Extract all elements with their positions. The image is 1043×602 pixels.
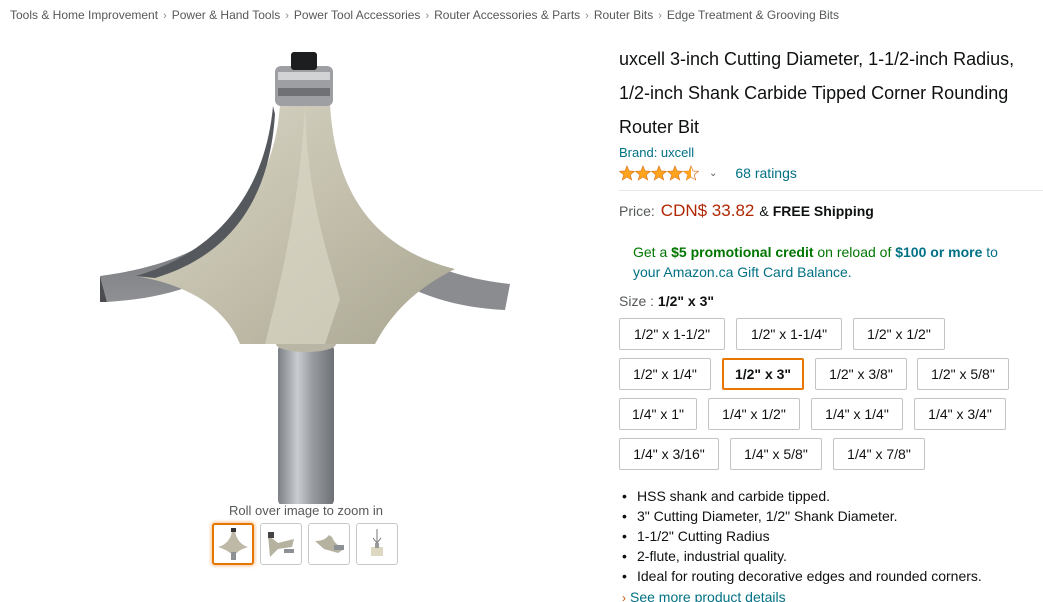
gift-card-link[interactable]: your Amazon.ca Gift Card Balance. [633,264,852,280]
divider [619,190,1043,191]
star-half-icon [683,165,699,181]
see-more-details-link[interactable]: › See more product details [622,589,786,602]
breadcrumb: Tools & Home Improvement › Power & Hand To… [10,8,839,22]
breadcrumb-item-router-bits[interactable]: Router Bits [594,8,653,22]
star-rating[interactable] [619,165,699,181]
size-option-1-4x7-8[interactable]: 1/4" x 7/8" [833,438,925,470]
star-full-icon [651,165,667,181]
size-option-1-2x1-2[interactable]: 1/2" x 1/2" [853,318,945,350]
size-selection-label: Size : 1/2" x 3" [619,293,1039,309]
price-row: Price: CDN$ 33.82 & FREE Shipping [619,201,1039,221]
thumbnail-3[interactable] [308,523,350,565]
size-option-1-2x1-1-4[interactable]: 1/2" x 1-1/4" [736,318,842,350]
router-bit-front-thumbnail-icon [218,528,248,560]
dimension-diagram-thumbnail-icon [371,529,383,556]
size-option-1-4x5-8[interactable]: 1/4" x 5/8" [730,438,822,470]
size-option-1-4x3-4[interactable]: 1/4" x 3/4" [914,398,1006,430]
thumbnail-strip [212,523,398,565]
breadcrumb-separator: › [585,10,589,22]
feature-bullet: 1-1/2" Cutting Radius [622,526,982,546]
breadcrumb-separator: › [658,10,662,22]
feature-bullet: HSS shank and carbide tipped. [622,486,982,506]
free-shipping-label[interactable]: FREE Shipping [773,203,874,219]
promo-text[interactable]: to [982,244,998,260]
router-bit-angle-thumbnail-icon [315,535,344,553]
promo-amount-link[interactable]: $100 or more [895,244,982,260]
price-value: CDN$ 33.82 [660,201,755,220]
promo-text: on reload of [813,244,896,260]
product-title: uxcell 3-inch Cutting Diameter, 1-1/2-in… [619,49,1015,137]
size-option-1-4x1[interactable]: 1/4" x 1" [619,398,697,430]
breadcrumb-separator: › [163,10,167,22]
star-full-icon [667,165,683,181]
rating-row: ⌄ 68 ratings [619,162,1039,184]
image-gallery: Roll over image to zoom in [0,34,612,602]
price-label: Price: [619,203,655,219]
zoom-hint: Roll over image to zoom in [229,503,383,518]
feature-bullet: 2-flute, industrial quality. [622,546,982,566]
size-option-1-2x3-8[interactable]: 1/2" x 3/8" [815,358,907,390]
size-selected-value: 1/2" x 3" [657,293,714,309]
ratings-count-link[interactable]: 68 ratings [735,165,796,181]
size-option-1-2x1-1-2[interactable]: 1/2" x 1-1/2" [619,318,725,350]
breadcrumb-item-tools-home-improvement[interactable]: Tools & Home Improvement [10,8,158,22]
breadcrumb-separator: › [425,10,430,22]
breadcrumb-separator: › [285,10,289,22]
brand-link[interactable]: Brand: uxcell [619,144,1039,162]
breadcrumb-item-router-accessories-parts[interactable]: Router Accessories & Parts [434,8,580,22]
product-info: uxcell 3-inch Cutting Diameter, 1-1/2-in… [619,42,1043,478]
feature-bullets: HSS shank and carbide tipped. 3" Cutting… [622,486,982,586]
thumbnail-4[interactable] [356,523,398,565]
size-option-1-4x3-16[interactable]: 1/4" x 3/16" [619,438,719,470]
price-ampersand: & [759,203,769,219]
size-option-1-4x1-2[interactable]: 1/4" x 1/2" [708,398,800,430]
size-options: 1/2" x 1-1/2" 1/2" x 1-1/4" 1/2" x 1/2" … [619,318,1039,478]
thumbnail-1[interactable] [212,523,254,565]
router-bit-side-thumbnail-icon [268,532,294,557]
thumbnail-2[interactable] [260,523,302,565]
star-full-icon [619,165,635,181]
size-option-1-2x3[interactable]: 1/2" x 3" [722,358,804,390]
promo-text: Get a [633,244,672,260]
breadcrumb-item-power-tool-accessories[interactable]: Power Tool Accessories [294,8,421,22]
see-more-label: See more product details [630,589,786,602]
main-product-image[interactable] [95,44,515,504]
feature-bullet: Ideal for routing decorative edges and r… [622,566,982,586]
star-full-icon [635,165,651,181]
chevron-right-icon: › [622,591,626,602]
size-label: Size : [619,293,658,309]
promo-message: Get a $5 promotional credit on reload of… [633,242,1033,282]
size-option-1-2x1-4[interactable]: 1/2" x 1/4" [619,358,711,390]
size-option-1-4x1-4[interactable]: 1/4" x 1/4" [811,398,903,430]
promo-credit: $5 promotional credit [671,244,814,260]
breadcrumb-item-power-hand-tools[interactable]: Power & Hand Tools [172,8,281,22]
size-option-1-2x5-8[interactable]: 1/2" x 5/8" [917,358,1009,390]
rating-popover-chevron-icon[interactable]: ⌄ [709,168,717,179]
breadcrumb-item-edge-treatment-grooving-bits[interactable]: Edge Treatment & Grooving Bits [667,8,839,22]
feature-bullet: 3" Cutting Diameter, 1/2" Shank Diameter… [622,506,982,526]
